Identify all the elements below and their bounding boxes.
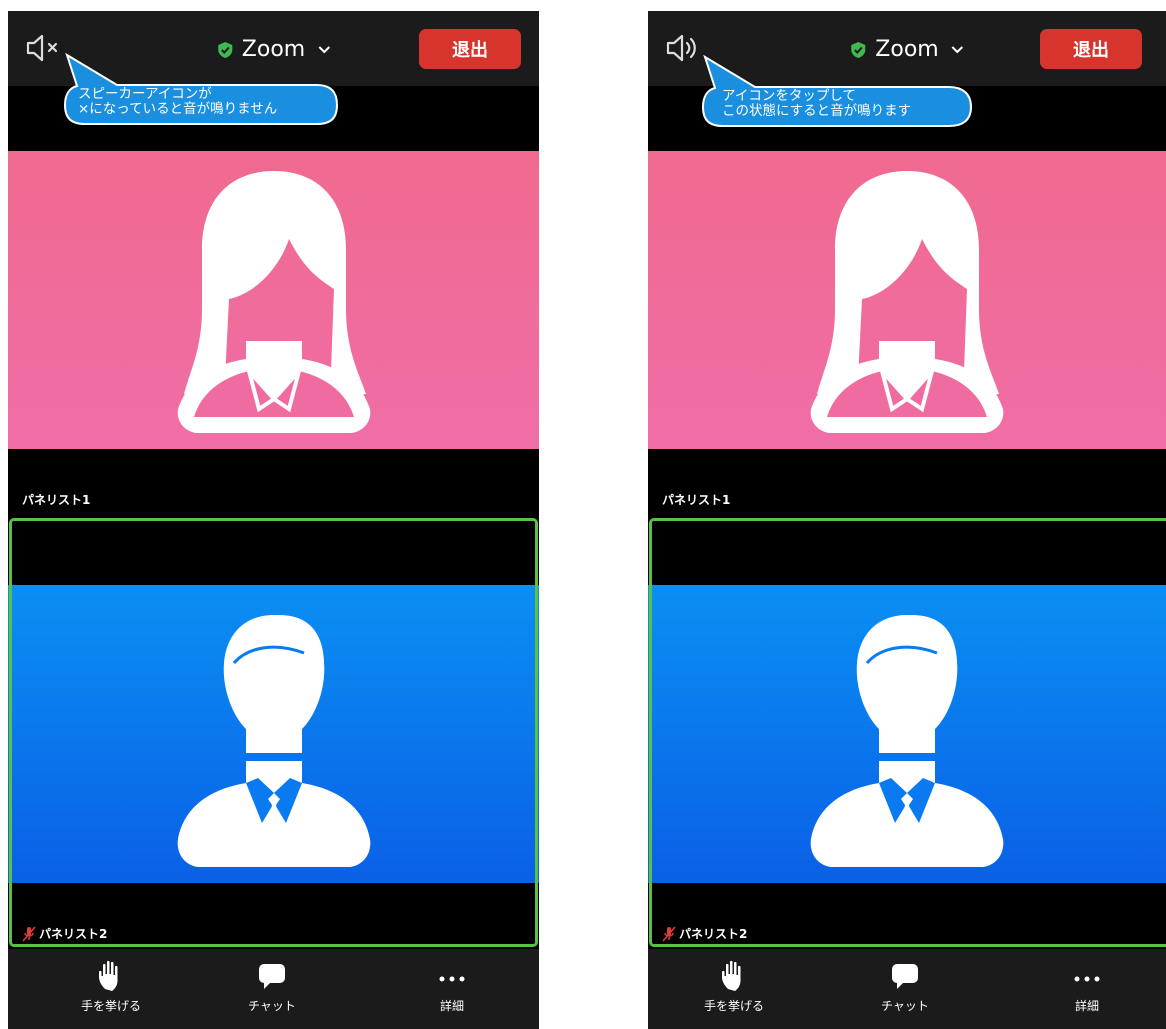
chevron-down-icon: [952, 45, 964, 53]
hand-raise-icon: [99, 960, 118, 991]
participant-label: パネリスト2: [39, 927, 108, 941]
zoom-screen-speaker-on: Zoom 退出 パネリスト1 パネリスト2 手を挙げる チャット 詳細: [648, 11, 1166, 1029]
leave-button[interactable]: 退出: [1040, 29, 1142, 69]
callout-left-text: スピーカーアイコンが ×になっていると音が鳴りません: [78, 87, 277, 117]
more-dots-icon: [439, 976, 465, 982]
raise-hand-label: 手を挙げる: [81, 999, 142, 1013]
participant-name-2: パネリスト2: [22, 925, 107, 942]
more-button[interactable]: 詳細: [1071, 959, 1103, 1014]
callout-line: スピーカーアイコンが: [78, 86, 212, 102]
female-avatar-icon: [177, 171, 370, 433]
participant-name-1: パネリスト1: [22, 491, 90, 508]
female-avatar-icon: [810, 171, 1004, 433]
participant-label: パネリスト1: [22, 493, 91, 507]
video-tile-panelist-2[interactable]: [648, 585, 1166, 883]
raise-hand-button[interactable]: 手を挙げる: [704, 959, 764, 1014]
callout-line: ×になっていると音が鳴りません: [78, 101, 278, 117]
callout-line: この状態にすると音が鳴ります: [722, 103, 912, 119]
bottom-toolbar: 手を挙げる チャット 詳細: [648, 949, 1166, 1029]
male-avatar-icon: [810, 615, 1004, 867]
video-tile-panelist-2[interactable]: [8, 585, 539, 883]
mic-muted-icon: [22, 925, 36, 942]
hand-raise-icon: [722, 960, 741, 991]
bottom-toolbar: 手を挙げる チャット 詳細: [8, 949, 539, 1029]
chat-label: チャット: [248, 999, 296, 1013]
male-avatar-icon: [177, 615, 370, 867]
callout-line: アイコンをタップして: [722, 88, 856, 104]
chat-button[interactable]: チャット: [881, 959, 929, 1014]
more-label: 詳細: [439, 999, 464, 1013]
raise-hand-label: 手を挙げる: [704, 999, 765, 1013]
chat-label: チャット: [881, 999, 929, 1013]
mic-muted-icon: [662, 925, 676, 942]
video-tile-panelist-1[interactable]: [8, 151, 539, 449]
video-tile-panelist-1[interactable]: [648, 151, 1166, 449]
chat-button[interactable]: チャット: [248, 959, 296, 1014]
callout-right-text: アイコンをタップして この状態にすると音が鳴ります: [722, 89, 911, 119]
participant-name-2: パネリスト2: [662, 925, 747, 942]
participant-label: パネリスト2: [679, 927, 748, 941]
participant-label: パネリスト1: [662, 493, 731, 507]
more-label: 詳細: [1074, 999, 1099, 1013]
leave-button[interactable]: 退出: [419, 29, 521, 69]
chat-bubble-icon: [891, 964, 918, 989]
more-dots-icon: [1074, 976, 1100, 982]
participant-name-1: パネリスト1: [662, 491, 730, 508]
more-button[interactable]: 詳細: [436, 959, 468, 1014]
zoom-screen-speaker-muted: Zoom 退出 パネリスト1 パネリスト2 手を挙げる チャット 詳細: [8, 11, 539, 1029]
raise-hand-button[interactable]: 手を挙げる: [81, 959, 141, 1014]
chat-bubble-icon: [258, 964, 285, 989]
